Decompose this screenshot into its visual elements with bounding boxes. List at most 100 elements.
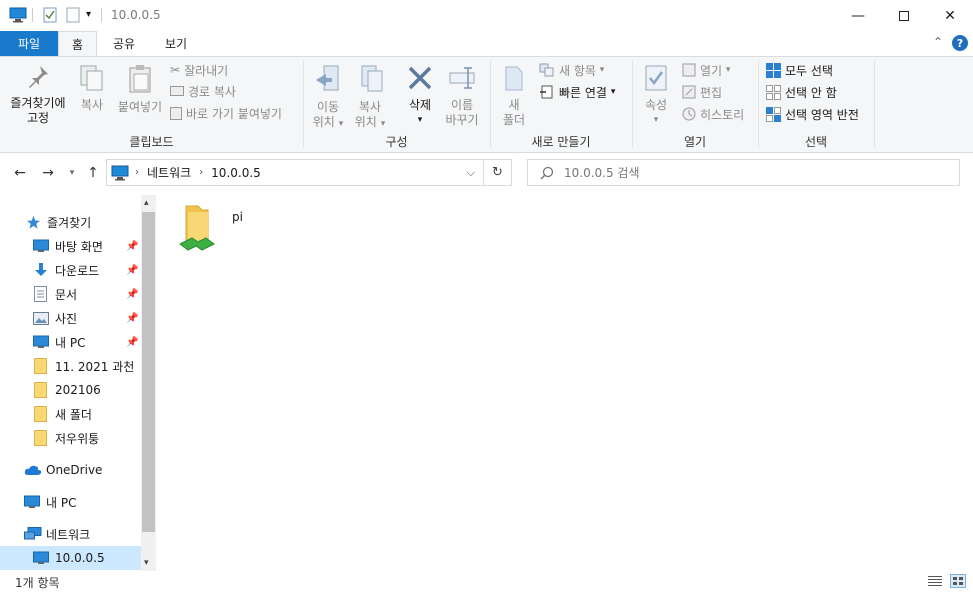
pictures-icon: [33, 311, 49, 325]
help-icon[interactable]: ?: [952, 35, 968, 51]
item-name: pi: [232, 210, 243, 224]
copy-to-button[interactable]: 복사 위치 ▾: [350, 64, 390, 132]
copy-path-button[interactable]: 경로 복사: [170, 81, 236, 101]
collapse-ribbon-icon[interactable]: ⌃: [933, 35, 943, 49]
pin-icon: 📌: [126, 312, 139, 324]
close-button[interactable]: ✕: [927, 0, 973, 31]
open-button[interactable]: 열기 ▾: [682, 60, 730, 80]
maximize-button[interactable]: [881, 0, 927, 31]
scroll-down-icon[interactable]: ▾: [144, 558, 149, 568]
quick-access-dropdown-icon[interactable]: ▾: [86, 9, 91, 20]
cut-label: 잘라내기: [184, 63, 229, 78]
tab-share[interactable]: 공유: [103, 31, 145, 56]
nav-item-this-pc-pinned[interactable]: 내 PC 📌: [0, 330, 141, 354]
back-arrow-icon: ←: [14, 165, 26, 181]
dropdown-caret-icon: ▾: [338, 119, 344, 129]
pc-icon: [24, 495, 40, 509]
nav-item-folder[interactable]: 새 폴더: [0, 402, 141, 426]
tab-view[interactable]: 보기: [152, 31, 200, 56]
rename-button[interactable]: 이름 바꾸기: [441, 64, 483, 128]
copy-to-label-2: 위치 ▾: [350, 115, 390, 132]
item-count: 1개 항목: [15, 576, 60, 590]
list-item[interactable]: pi: [178, 200, 258, 252]
copy-button[interactable]: 복사: [73, 64, 111, 113]
large-icons-view-icon[interactable]: [950, 574, 966, 588]
scroll-up-icon[interactable]: ▴: [144, 198, 149, 208]
new-folder-icon[interactable]: [66, 7, 80, 26]
nav-label: 바탕 화면: [55, 239, 103, 254]
up-button[interactable]: ↑: [82, 160, 104, 186]
properties-button[interactable]: 속성 ▾: [638, 64, 674, 128]
properties-label: 속성: [644, 98, 668, 112]
group-label-open: 열기: [683, 135, 707, 149]
paste-shortcut-icon: [170, 106, 182, 120]
scrollbar-thumb[interactable]: [142, 212, 155, 532]
scissors-icon: ✂: [170, 63, 181, 77]
address-dropdown-icon[interactable]: ⌵: [467, 166, 475, 180]
history-label: 히스토리: [700, 107, 745, 122]
select-all-label: 모두 선택: [785, 63, 833, 78]
nav-quick-access[interactable]: 즐겨찾기: [0, 210, 141, 234]
back-button[interactable]: ←: [8, 160, 32, 186]
nav-network-host-selected[interactable]: 10.0.0.5: [0, 546, 141, 570]
breadcrumb-host[interactable]: 10.0.0.5: [211, 166, 261, 180]
new-folder-label-1: 새: [508, 98, 520, 112]
pin-icon: [5, 64, 71, 90]
tab-home[interactable]: 홈: [58, 31, 97, 57]
search-box[interactable]: 10.0.0.5 검색: [527, 159, 960, 186]
new-item-button[interactable]: 새 항목 ▾: [539, 60, 604, 80]
easy-access-button[interactable]: 빠른 연결 ▾: [539, 82, 615, 102]
pc-icon: [111, 165, 129, 181]
nav-label: 새 폴더: [55, 407, 92, 422]
nav-item-downloads[interactable]: 다운로드 📌: [0, 258, 141, 282]
recent-locations-button[interactable]: ▾: [64, 160, 80, 186]
invert-selection-button[interactable]: 선택 영역 반전: [766, 104, 859, 124]
cut-button[interactable]: ✂ 잘라내기: [170, 60, 228, 80]
refresh-button[interactable]: ↻: [484, 159, 512, 186]
nav-item-pictures[interactable]: 사진 📌: [0, 306, 141, 330]
paste-shortcut-button[interactable]: 바로 가기 붙여넣기: [170, 103, 282, 123]
pin-to-quick-access-button[interactable]: 즐겨찾기에 고정: [5, 64, 71, 126]
new-folder-button[interactable]: 새 폴더: [496, 64, 532, 128]
properties-icon: [638, 64, 674, 92]
search-placeholder: 10.0.0.5 검색: [564, 166, 640, 180]
minimize-button[interactable]: —: [835, 0, 881, 31]
history-button[interactable]: 히스토리: [682, 104, 744, 124]
forward-button[interactable]: →: [36, 160, 60, 186]
delete-button[interactable]: 삭제 ▾: [400, 64, 440, 128]
select-none-button[interactable]: 선택 안 함: [766, 82, 837, 102]
edit-button[interactable]: 편집: [682, 82, 722, 102]
nav-item-folder[interactable]: 11. 2021 과천: [0, 354, 141, 378]
copy-to-icon: [350, 64, 390, 94]
cloud-icon: [24, 464, 42, 476]
breadcrumb-network[interactable]: 네트워크: [147, 164, 191, 181]
file-list: [158, 195, 973, 571]
nav-label: 다운로드: [55, 263, 100, 278]
nav-item-desktop[interactable]: 바탕 화면 📌: [0, 234, 141, 258]
edit-label: 편집: [700, 85, 723, 100]
select-none-icon: [766, 84, 781, 100]
move-to-button[interactable]: 이동 위치 ▾: [308, 64, 348, 132]
nav-item-documents[interactable]: 문서 📌: [0, 282, 141, 306]
breadcrumb-separator-icon[interactable]: ›: [135, 167, 139, 178]
paste-button[interactable]: 붙여넣기: [114, 64, 166, 115]
nav-item-folder[interactable]: 저우위퉁: [0, 426, 141, 450]
dropdown-caret-icon: ▾: [380, 119, 386, 129]
nav-onedrive[interactable]: OneDrive: [0, 458, 141, 482]
nav-this-pc[interactable]: 내 PC: [0, 490, 141, 514]
details-view-icon[interactable]: [928, 575, 942, 590]
nav-item-folder[interactable]: 202106: [0, 378, 141, 402]
nav-network[interactable]: 네트워크: [0, 522, 141, 546]
breadcrumb-separator-icon[interactable]: ›: [199, 167, 203, 178]
properties-icon[interactable]: [43, 7, 57, 26]
paste-label: 붙여넣기: [117, 100, 163, 114]
move-to-icon: [308, 64, 348, 94]
folder-icon: [34, 430, 47, 446]
pin-label-2: 고정: [26, 111, 50, 125]
tab-file[interactable]: 파일: [0, 31, 58, 56]
select-all-button[interactable]: 모두 선택: [766, 60, 833, 80]
nav-label: 사진: [55, 311, 78, 326]
easy-access-icon: [539, 85, 555, 99]
address-bar[interactable]: › 네트워크 › 10.0.0.5 ⌵: [106, 159, 484, 186]
new-folder-icon: [496, 64, 532, 92]
